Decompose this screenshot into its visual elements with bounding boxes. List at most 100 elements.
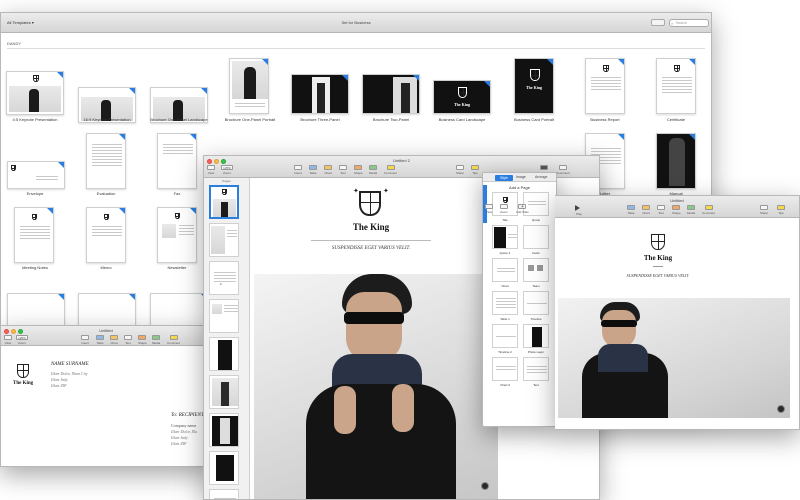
- page-thumb[interactable]: [209, 489, 239, 499]
- insert-button[interactable]: Insert: [294, 165, 302, 175]
- tab-image[interactable]: Image: [516, 175, 526, 179]
- layout-option[interactable]: [492, 324, 518, 348]
- view-button[interactable]: View: [207, 165, 215, 175]
- template-thumb[interactable]: [291, 74, 349, 114]
- model-hand-right: [392, 384, 414, 432]
- add-slide-button[interactable]: + Add Slide: [516, 204, 529, 214]
- page-thumb[interactable]: [209, 337, 239, 371]
- template-thumb[interactable]: [656, 58, 696, 114]
- shape-button[interactable]: Shape: [354, 165, 363, 175]
- chart-button[interactable]: Chart: [642, 205, 650, 215]
- model-sunglasses: [601, 320, 637, 327]
- template-thumb[interactable]: [157, 133, 197, 189]
- search-input[interactable]: ⌕ Search: [669, 19, 709, 27]
- template-thumb[interactable]: The King: [514, 58, 554, 114]
- zoom-menu[interactable]: Zoom: [500, 204, 508, 214]
- tab-arrange[interactable]: Arrange: [535, 175, 547, 179]
- template-label: 4:5 Keynote Presentation: [12, 117, 58, 122]
- page-thumb-selected[interactable]: [209, 185, 239, 219]
- layout-option[interactable]: [523, 324, 549, 348]
- template-thumb[interactable]: [14, 207, 54, 263]
- model-hand-left: [334, 386, 356, 434]
- shape-button[interactable]: Shape: [138, 335, 147, 345]
- template-thumb[interactable]: [229, 58, 269, 114]
- page-thumb[interactable]: [209, 413, 239, 447]
- text-button[interactable]: Text: [657, 205, 665, 215]
- play-button[interactable]: Play: [575, 205, 583, 216]
- table-button[interactable]: Table: [96, 335, 104, 345]
- image-badge-icon[interactable]: [481, 482, 489, 490]
- comment-button[interactable]: Comment: [384, 165, 397, 175]
- page-thumb[interactable]: [209, 299, 239, 333]
- template-label: Envelope: [26, 191, 44, 196]
- layout-option[interactable]: [492, 225, 518, 249]
- layout-option[interactable]: [523, 357, 549, 381]
- image-badge-icon[interactable]: [777, 405, 785, 413]
- template-thumb[interactable]: [362, 74, 420, 114]
- comment-button[interactable]: Comment: [702, 205, 715, 215]
- hero-photo[interactable]: [254, 274, 498, 499]
- template-thumb[interactable]: [86, 133, 126, 189]
- layout-option[interactable]: [492, 258, 518, 282]
- template-thumb[interactable]: The King: [433, 80, 491, 114]
- recipient-address-2: Illum Italy: [171, 435, 188, 440]
- chart-button[interactable]: Chart: [324, 165, 332, 175]
- page-thumb[interactable]: [209, 261, 239, 295]
- table-button[interactable]: Table: [627, 205, 635, 215]
- template-label: Meeting Notes: [22, 265, 48, 270]
- template-thumb[interactable]: [656, 133, 696, 189]
- document-button[interactable]: Document: [556, 165, 570, 175]
- layout-option[interactable]: [492, 357, 518, 381]
- template-thumb[interactable]: [157, 207, 197, 263]
- layout-option[interactable]: [523, 291, 549, 315]
- template-label: Memo: [100, 265, 112, 270]
- tips-button[interactable]: Tips: [777, 205, 785, 215]
- template-label: Fax: [173, 191, 181, 196]
- table-button[interactable]: Table: [309, 165, 317, 175]
- layout-option[interactable]: [492, 291, 518, 315]
- layout-label: Quote 2: [499, 251, 511, 255]
- media-button[interactable]: Media: [687, 205, 695, 215]
- page-thumb[interactable]: [209, 451, 239, 485]
- text-button[interactable]: Text: [339, 165, 347, 175]
- view-toggle-button[interactable]: [651, 19, 665, 26]
- page-thumbnail-sidebar: Pages 2: [204, 178, 250, 499]
- template-label: Brochure Three-Panel: [300, 117, 340, 122]
- template-label: Brochure One-Panel Portrait: [224, 117, 276, 122]
- shape-button[interactable]: Shape: [672, 205, 681, 215]
- tab-style[interactable]: Style: [495, 175, 513, 181]
- template-thumb[interactable]: [585, 58, 625, 114]
- zoom-menu[interactable]: 125% Zoom: [16, 335, 28, 345]
- template-label: Newsletter: [167, 265, 187, 270]
- template-label: Certificate: [666, 117, 685, 122]
- slide-brand: The King: [643, 254, 673, 262]
- share-button[interactable]: Share: [760, 205, 768, 215]
- view-button[interactable]: View: [485, 204, 493, 214]
- media-button[interactable]: Media: [369, 165, 377, 175]
- view-button[interactable]: View: [4, 335, 12, 345]
- slide-photo[interactable]: [558, 298, 790, 418]
- tips-button[interactable]: Tips: [471, 165, 479, 175]
- layout-label: Photo Layer: [527, 350, 545, 354]
- template-label: Evaluation: [96, 191, 116, 196]
- layout-option[interactable]: [523, 258, 549, 282]
- template-thumb[interactable]: [86, 207, 126, 263]
- template-thumb[interactable]: [7, 161, 65, 189]
- layout-label: Title: [502, 218, 508, 222]
- layout-label: Timeline: [530, 317, 542, 321]
- zoom-menu[interactable]: 125% Zoom: [221, 165, 233, 175]
- comment-button[interactable]: Comment: [167, 335, 180, 345]
- media-button[interactable]: Media: [152, 335, 160, 345]
- template-thumb[interactable]: [6, 71, 64, 115]
- insert-button[interactable]: Insert: [81, 335, 89, 345]
- slide-canvas[interactable]: The King SUSPENDISSE EGET VARIUS VELIT.: [555, 218, 799, 429]
- template-label: 16:9 Keynote Presentation: [83, 117, 131, 122]
- page-thumb[interactable]: [209, 375, 239, 409]
- share-button[interactable]: Share: [456, 165, 464, 175]
- text-button[interactable]: Text: [124, 335, 132, 345]
- page-thumb[interactable]: [209, 223, 239, 257]
- chart-button[interactable]: Chart: [110, 335, 118, 345]
- sender-address-2: Illum Italy: [51, 377, 68, 382]
- layout-option[interactable]: [523, 225, 549, 249]
- brand-underline: [653, 266, 663, 267]
